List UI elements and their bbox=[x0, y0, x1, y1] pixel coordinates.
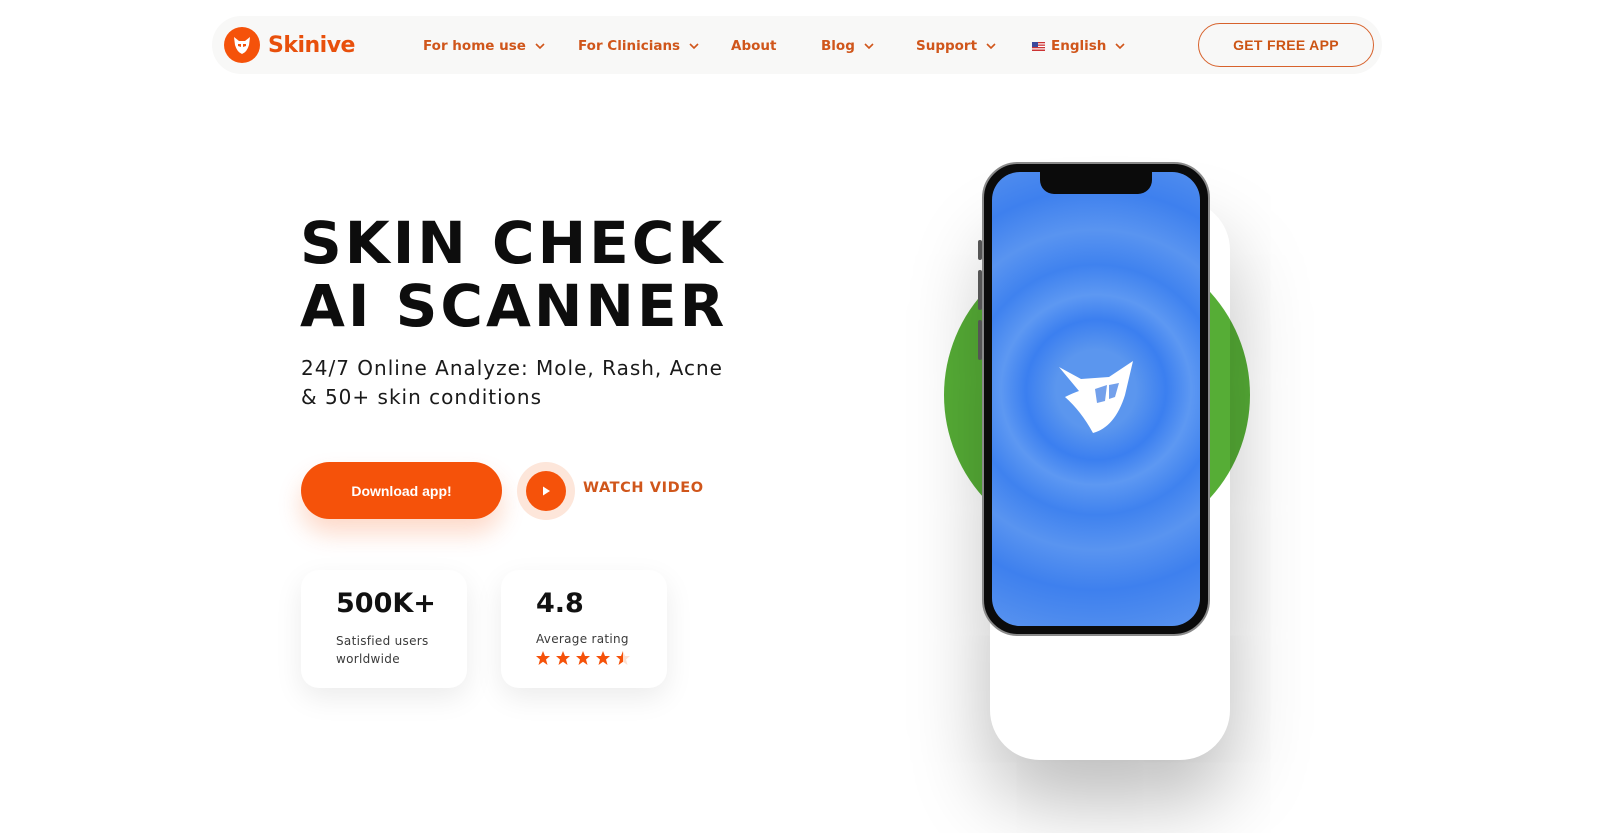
nav-item-about[interactable]: About bbox=[731, 36, 776, 56]
chevron-down-icon bbox=[689, 42, 699, 49]
subheadline-line-1: 24/7 Online Analyze: Mole, Rash, Acne bbox=[301, 356, 723, 380]
nav-item-for-home-use[interactable]: For home use bbox=[423, 36, 545, 56]
hero-headline: SKIN CHECK AI SCANNER bbox=[300, 212, 780, 338]
play-button-circle bbox=[526, 471, 566, 511]
get-free-app-button[interactable]: GET FREE APP bbox=[1198, 23, 1374, 67]
fox-logo-icon bbox=[224, 27, 260, 63]
language-selector[interactable]: English bbox=[1032, 36, 1125, 56]
star-icon bbox=[576, 651, 590, 665]
chevron-down-icon bbox=[864, 42, 874, 49]
download-app-button[interactable]: Download app! bbox=[301, 462, 502, 519]
smartphone-mockup bbox=[982, 162, 1210, 636]
star-icon bbox=[536, 651, 550, 665]
brand-logo[interactable]: Skinive bbox=[224, 26, 355, 64]
brand-name: Skinive bbox=[268, 32, 355, 58]
nav-item-for-clinicians[interactable]: For Clinicians bbox=[578, 36, 699, 56]
headline-line-1: SKIN CHECK bbox=[300, 209, 726, 277]
phone-screen bbox=[992, 172, 1200, 626]
stat-label: Average rating bbox=[536, 632, 629, 646]
stat-label-line-1: Satisfied users bbox=[336, 634, 429, 648]
stat-label-line-2: worldwide bbox=[336, 652, 400, 666]
nav-label: About bbox=[731, 38, 777, 54]
phone-illustration bbox=[900, 140, 1280, 800]
star-icon bbox=[596, 651, 610, 665]
headline-line-2: AI SCANNER bbox=[300, 272, 728, 340]
language-label: English bbox=[1051, 38, 1107, 54]
top-navigation-bar: Skinive For home use For Clinicians Abou… bbox=[212, 16, 1382, 74]
chevron-down-icon bbox=[535, 42, 545, 49]
stat-value: 4.8 bbox=[536, 588, 584, 619]
stat-value: 500K+ bbox=[336, 588, 436, 619]
phone-notch bbox=[1040, 172, 1152, 194]
star-icon bbox=[556, 651, 570, 665]
watch-video-link[interactable]: WATCH VIDEO bbox=[583, 480, 704, 496]
watch-video-play-button[interactable] bbox=[517, 462, 575, 520]
stat-label: Satisfied users worldwide bbox=[336, 632, 464, 668]
hero-subheadline: 24/7 Online Analyze: Mole, Rash, Acne & … bbox=[301, 354, 741, 412]
nav-label: For Clinicians bbox=[578, 38, 681, 54]
nav-label: For home use bbox=[423, 38, 526, 54]
fox-logo-icon bbox=[1059, 361, 1133, 433]
us-flag-icon bbox=[1032, 41, 1045, 51]
half-star-icon bbox=[616, 651, 630, 665]
nav-item-blog[interactable]: Blog bbox=[821, 36, 874, 56]
chevron-down-icon bbox=[986, 42, 996, 49]
nav-label: Support bbox=[916, 38, 978, 54]
chevron-down-icon bbox=[1115, 42, 1125, 49]
play-icon bbox=[543, 486, 550, 496]
subheadline-line-2: & 50+ skin conditions bbox=[301, 385, 542, 409]
stat-card-users: 500K+ Satisfied users worldwide bbox=[301, 570, 467, 688]
nav-item-support[interactable]: Support bbox=[916, 36, 996, 56]
nav-label: Blog bbox=[821, 38, 855, 54]
stat-card-rating: 4.8 Average rating bbox=[501, 570, 667, 688]
rating-stars bbox=[535, 650, 631, 666]
